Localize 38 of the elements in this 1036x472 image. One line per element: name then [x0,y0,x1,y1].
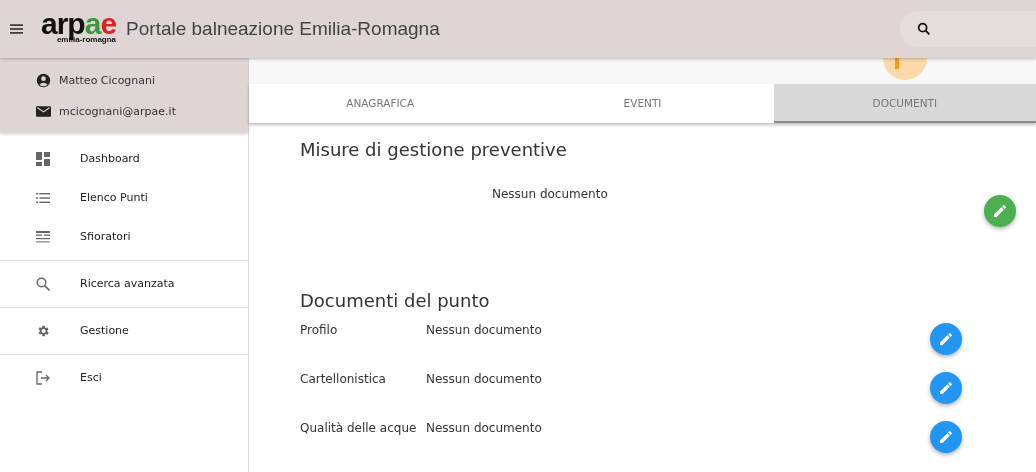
document-label: Cartellonistica [300,372,387,386]
nav-item[interactable]: Elenco Punti [0,178,248,217]
nav-item[interactable]: Gestione [0,311,248,350]
user-email: mcicognani@arpae.it [59,104,176,118]
pencil-icon [938,429,954,445]
document-status: Nessun documento [426,421,542,435]
pencil-icon [992,203,1008,219]
table-icon [36,229,50,244]
search-icon [36,276,50,291]
document-status: Nessun documento [492,187,608,201]
nav-item[interactable]: Sfioratori [0,217,248,256]
tab[interactable]: EVENTI [511,84,774,123]
edit-button[interactable] [930,421,962,453]
app-title: Portale balneazione Emilia-Romagna [126,18,440,40]
section-heading: Misure di gestione preventive [300,139,568,160]
document-label: Profilo [300,323,339,337]
nav-item[interactable]: Esci [0,358,248,397]
tab[interactable]: ANAGRAFICA [249,84,512,123]
menu-icon[interactable] [10,24,23,34]
edit-button[interactable] [930,323,962,355]
nav-item[interactable]: Ricerca avanzata [0,264,248,303]
logout-icon [36,370,50,385]
settings-icon [36,323,50,338]
edit-button[interactable] [984,195,1016,227]
document-label: Qualità delle acque [300,421,418,435]
user-name: Matteo Cicognani [59,73,156,87]
pencil-icon [938,331,954,347]
search-icon [916,21,932,37]
edit-button[interactable] [930,372,962,404]
nav-item[interactable]: Dashboard [0,139,248,178]
account-icon [36,72,51,88]
section-heading: Documenti del punto [300,290,491,311]
mail-icon [36,103,51,119]
dashboard-icon [36,151,50,166]
pencil-icon [938,380,954,396]
list-icon [36,190,50,205]
document-status: Nessun documento [426,372,542,386]
document-status: Nessun documento [426,323,542,337]
